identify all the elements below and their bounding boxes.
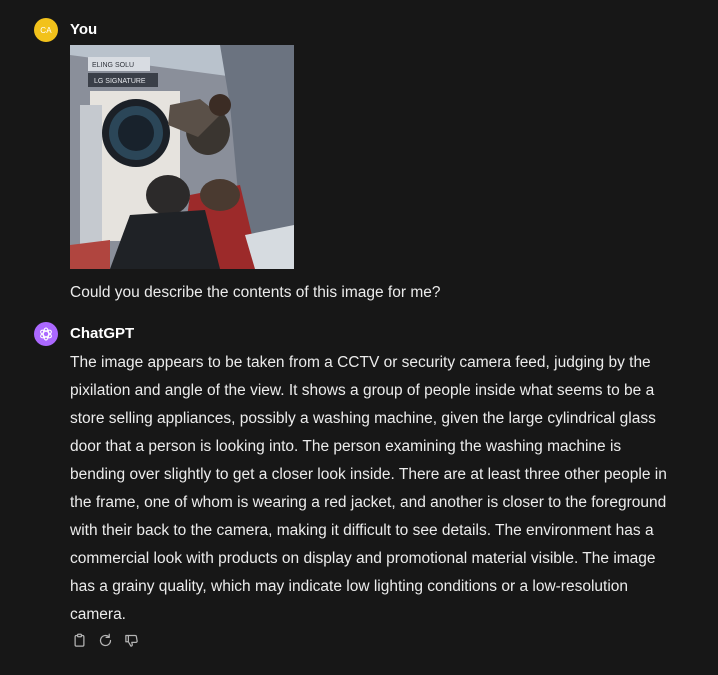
sign-text-top: ELING SOLU <box>92 62 134 69</box>
user-avatar-initials: CA <box>40 25 52 35</box>
assistant-text-line: has a grainy quality, which may indicate… <box>70 578 628 595</box>
chatgpt-avatar <box>34 322 58 346</box>
thumbs-down-icon <box>124 634 138 647</box>
regenerate-button[interactable] <box>96 631 114 649</box>
assistant-text-line: commercial look with products on display… <box>70 550 656 567</box>
copy-button[interactable] <box>70 631 88 649</box>
assistant-text-line: with their back to the camera, making it… <box>70 522 654 539</box>
person-foreground <box>146 175 190 215</box>
assistant-text-line: pixilation and angle of the view. It sho… <box>70 382 655 399</box>
assistant-message-text: The image appears to be taken from a CCT… <box>70 349 690 629</box>
uploaded-image[interactable]: ELING SOLU LG SIGNATURE <box>70 45 294 269</box>
clipboard-icon <box>74 633 84 647</box>
user-avatar: CA <box>34 18 58 42</box>
assistant-text-line: bending over slightly to get a closer lo… <box>70 466 667 483</box>
assistant-text-line: camera. <box>70 606 126 623</box>
chat-page: CA You ELING SOLU LG SIGNATURE Could you… <box>0 0 718 675</box>
cctv-store-photo: ELING SOLU LG SIGNATURE <box>70 45 294 269</box>
user-author-name: You <box>70 21 98 38</box>
assistant-text-line: store selling appliances, possibly a was… <box>70 410 656 427</box>
assistant-text-line: door that a person is looking into. The … <box>70 438 622 455</box>
refresh-icon <box>99 633 111 646</box>
dislike-button[interactable] <box>122 631 140 649</box>
sign-text-bottom: LG SIGNATURE <box>94 78 146 85</box>
assistant-text-line: The image appears to be taken from a CCT… <box>70 354 651 371</box>
user-message-text: Could you describe the contents of this … <box>70 284 441 301</box>
message-actions <box>70 631 140 649</box>
assistant-author-name: ChatGPT <box>70 325 135 342</box>
openai-logo-icon <box>40 327 52 341</box>
assistant-text-line: the frame, one of whom is wearing a red … <box>70 494 667 511</box>
